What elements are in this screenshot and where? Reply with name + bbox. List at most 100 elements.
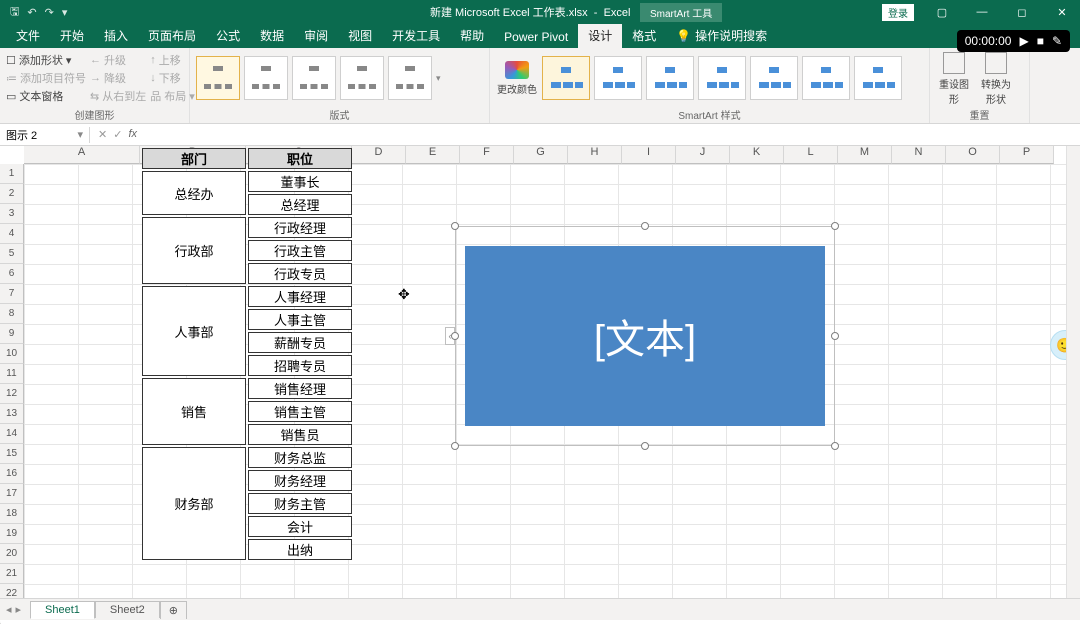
style-option-5[interactable] [750,56,798,100]
tab-formulas[interactable]: 公式 [206,23,250,48]
worksheet-area[interactable]: ABCDEFGHIJKLMNOP 12345678910111213141516… [0,146,1080,606]
demote-button[interactable]: → 降级 [90,70,146,86]
sheet-tab-1[interactable]: Sheet1 [30,601,95,619]
tab-view[interactable]: 视图 [338,23,382,48]
ribbon-options-icon[interactable]: ▢ [924,0,960,24]
resize-handle[interactable] [831,222,839,230]
add-bullet-button[interactable]: ≔ 添加项目符号 [6,70,86,86]
layout-option-2[interactable] [244,56,288,100]
chevron-down-icon[interactable]: ▾ [77,128,83,141]
minimize-button[interactable]: — [964,0,1000,24]
tab-nav-next-icon[interactable]: ▸ [16,603,22,616]
move-down-button[interactable]: ↓ 下移 [150,70,195,86]
rtl-button[interactable]: ⇆ 从右到左 [90,88,146,104]
smartart-shape[interactable]: [文本] [465,246,825,426]
row-header-11[interactable]: 11 [0,364,24,384]
reset-graphic-button[interactable]: 重设图形 [936,50,972,106]
smartart-selection[interactable]: ‹ [文本] [455,226,835,446]
add-sheet-button[interactable]: ⊕ [160,601,187,619]
row-header-18[interactable]: 18 [0,504,24,524]
text-pane-button[interactable]: ▭ 文本窗格 [6,88,86,104]
style-option-1[interactable] [542,56,590,100]
row-header-1[interactable]: 1 [0,164,24,184]
row-header-12[interactable]: 12 [0,384,24,404]
record-play-icon[interactable]: ▶ [1019,34,1028,48]
tab-data[interactable]: 数据 [250,23,294,48]
row-header-5[interactable]: 5 [0,244,24,264]
col-header-L[interactable]: L [784,146,838,164]
resize-handle[interactable] [831,442,839,450]
promote-button[interactable]: ← 升级 [90,52,146,68]
col-header-J[interactable]: J [676,146,730,164]
style-option-2[interactable] [594,56,642,100]
tell-me-search[interactable]: 💡 操作说明搜索 [666,23,777,48]
row-header-8[interactable]: 8 [0,304,24,324]
fx-icon[interactable]: fx [128,128,137,141]
tab-help[interactable]: 帮助 [450,23,494,48]
row-header-14[interactable]: 14 [0,424,24,444]
row-headers[interactable]: 1234567891011121314151617181920212223 [0,164,24,624]
row-header-19[interactable]: 19 [0,524,24,544]
layout-menu-button[interactable]: 品 布局 ▾ [150,88,195,104]
resize-handle[interactable] [451,332,459,340]
row-header-13[interactable]: 13 [0,404,24,424]
layout-option-4[interactable] [340,56,384,100]
col-header-P[interactable]: P [1000,146,1054,164]
resize-handle[interactable] [641,222,649,230]
redo-icon[interactable]: ↷ [45,6,54,19]
tab-file[interactable]: 文件 [6,23,50,48]
row-header-7[interactable]: 7 [0,284,24,304]
row-header-6[interactable]: 6 [0,264,24,284]
tab-design[interactable]: 设计 [578,23,622,48]
login-button[interactable]: 登录 [882,4,914,21]
enter-formula-icon[interactable]: ✓ [113,128,122,141]
styles-gallery[interactable] [542,56,902,100]
row-header-21[interactable]: 21 [0,564,24,584]
layout-option-5[interactable] [388,56,432,100]
col-header-K[interactable]: K [730,146,784,164]
row-header-2[interactable]: 2 [0,184,24,204]
col-header-A[interactable]: A [24,146,140,164]
convert-shape-button[interactable]: 转换为形状 [978,50,1014,106]
col-header-F[interactable]: F [460,146,514,164]
row-header-4[interactable]: 4 [0,224,24,244]
maximize-button[interactable]: ◻ [1004,0,1040,24]
row-header-17[interactable]: 17 [0,484,24,504]
row-header-16[interactable]: 16 [0,464,24,484]
col-header-G[interactable]: G [514,146,568,164]
layout-option-3[interactable] [292,56,336,100]
tab-insert[interactable]: 插入 [94,23,138,48]
tab-review[interactable]: 审阅 [294,23,338,48]
tab-format[interactable]: 格式 [622,23,666,48]
cancel-formula-icon[interactable]: ✕ [98,128,107,141]
undo-icon[interactable]: ↶ [27,6,36,19]
resize-handle[interactable] [831,332,839,340]
style-option-3[interactable] [646,56,694,100]
save-icon[interactable]: 🖫 [10,3,19,22]
col-header-O[interactable]: O [946,146,1000,164]
col-header-I[interactable]: I [622,146,676,164]
layouts-gallery[interactable]: ▾ [196,50,483,106]
resize-handle[interactable] [641,442,649,450]
col-header-N[interactable]: N [892,146,946,164]
style-option-7[interactable] [854,56,902,100]
qat-more-icon[interactable]: ▾ [62,6,68,19]
tab-nav-prev-icon[interactable]: ◂ [6,603,12,616]
sheet-tab-2[interactable]: Sheet2 [95,601,160,618]
style-option-4[interactable] [698,56,746,100]
row-header-15[interactable]: 15 [0,444,24,464]
move-up-button[interactable]: ↑ 上移 [150,52,195,68]
style-option-6[interactable] [802,56,850,100]
resize-handle[interactable] [451,222,459,230]
row-header-20[interactable]: 20 [0,544,24,564]
tab-powerpivot[interactable]: Power Pivot [494,26,578,48]
record-edit-icon[interactable]: ✎ [1052,34,1062,48]
add-shape-button[interactable]: ☐ 添加形状 ▾ [6,52,86,68]
resize-handle[interactable] [451,442,459,450]
tab-developer[interactable]: 开发工具 [382,23,450,48]
col-header-E[interactable]: E [406,146,460,164]
vertical-scrollbar[interactable] [1066,146,1080,598]
record-stop-icon[interactable]: ■ [1037,34,1044,48]
layout-option-1[interactable] [196,56,240,100]
col-header-D[interactable]: D [352,146,406,164]
